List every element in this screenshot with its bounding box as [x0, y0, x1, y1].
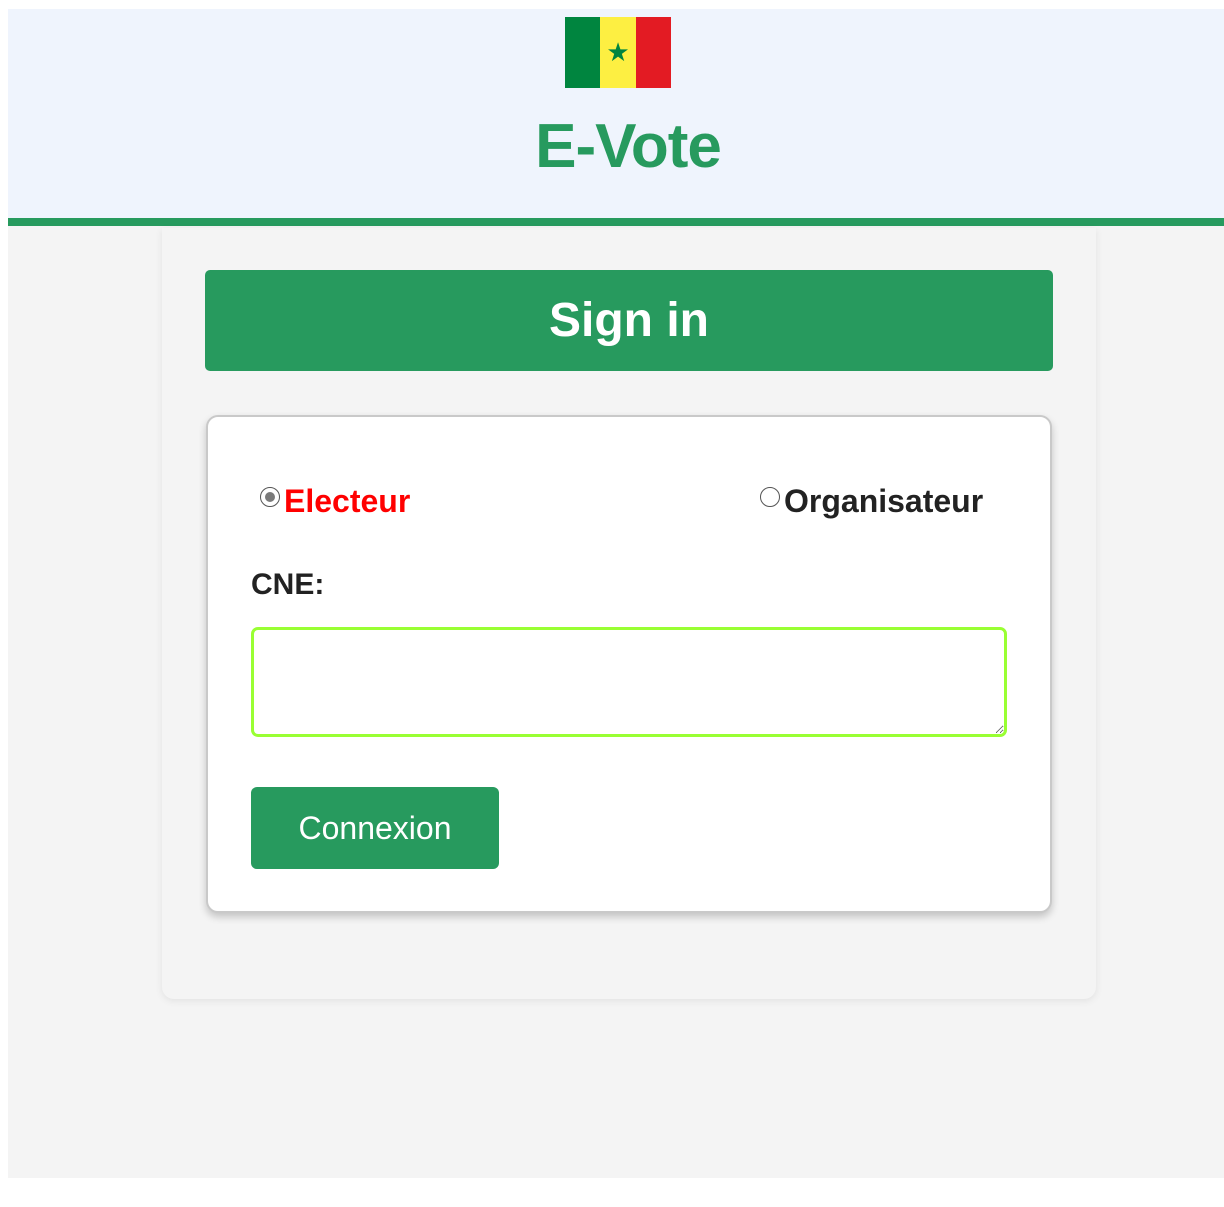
app-title: E-Vote — [535, 112, 722, 181]
signin-heading: Sign in — [205, 270, 1053, 371]
login-form: Electeur Organisateur CNE: Connexion — [206, 415, 1052, 913]
radio-option-electeur[interactable]: Electeur — [260, 481, 410, 521]
cne-label: CNE: — [251, 568, 325, 601]
page-background: ★ E-Vote Sign in Electeur Organisateur C… — [8, 9, 1224, 1178]
flag-star-icon: ★ — [606, 37, 630, 68]
signin-container: Sign in Electeur Organisateur CNE: Conne… — [162, 228, 1096, 999]
connexion-button[interactable]: Connexion — [251, 787, 499, 869]
radio-label-organisateur[interactable]: Organisateur — [784, 481, 983, 521]
senegal-flag-icon: ★ — [565, 17, 671, 88]
radio-option-organisateur[interactable]: Organisateur — [760, 481, 983, 521]
site-header: ★ E-Vote — [8, 9, 1224, 226]
radio-button-electeur[interactable] — [260, 487, 280, 507]
radio-button-organisateur[interactable] — [760, 487, 780, 507]
cne-input[interactable] — [251, 627, 1007, 737]
radio-label-electeur[interactable]: Electeur — [284, 481, 410, 521]
